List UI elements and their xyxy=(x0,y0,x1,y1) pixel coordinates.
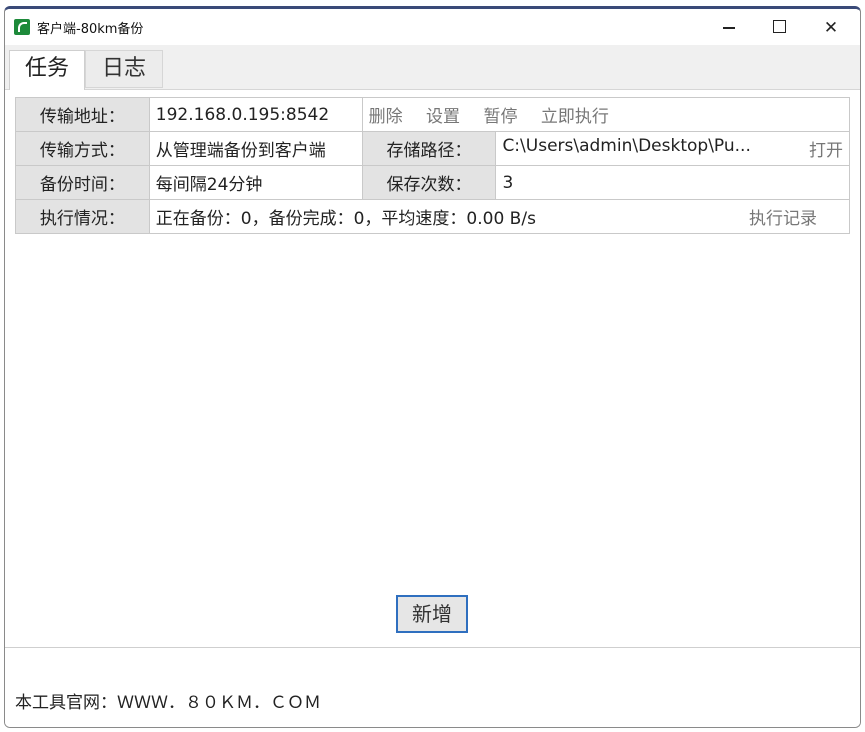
minimize-icon xyxy=(723,27,735,29)
address-label: 传输地址： xyxy=(15,97,150,132)
status-label: 执行情况： xyxy=(15,199,150,234)
open-path-button[interactable]: 打开 xyxy=(809,136,843,161)
tab-strip: 任务 日志 xyxy=(5,45,860,90)
window-title: 客户端-80km备份 xyxy=(37,22,144,37)
footer: 本工具官网：ＷＷＷ．８０ＫＭ．ＣＯＭ xyxy=(5,647,860,727)
settings-button[interactable]: 设置 xyxy=(426,107,460,127)
tab-log[interactable]: 日志 xyxy=(85,50,163,88)
maximize-button[interactable] xyxy=(756,15,802,41)
close-icon: ✕ xyxy=(823,18,839,38)
app-window: 客户端-80km备份 ✕ 任务 日志 传输地址： 192.168.0.195:8… xyxy=(4,6,861,728)
task-actions: 删除 设置 暂停 立即执行 xyxy=(361,97,851,132)
app-logo-icon xyxy=(14,19,30,35)
table-row: 执行情况： 正在备份：0，备份完成：0，平均速度：0.00 B/s 执行记录 xyxy=(15,199,851,234)
status-value: 正在备份：0，备份完成：0，平均速度：0.00 B/s xyxy=(155,209,536,229)
path-cell: C:\Users\admin\Desktop\Pu... 打开 xyxy=(495,131,850,166)
maximize-icon xyxy=(772,20,786,33)
title-bar[interactable]: 客户端-80km备份 ✕ xyxy=(5,9,860,45)
footer-website-text: 本工具官网：ＷＷＷ．８０ＫＭ．ＣＯＭ xyxy=(15,693,321,713)
table-row: 传输方式： 从管理端备份到客户端 存储路径： C:\Users\admin\De… xyxy=(15,131,850,166)
table-row: 传输地址： 192.168.0.195:8542 删除 设置 暂停 立即执行 xyxy=(15,97,851,132)
path-value: C:\Users\admin\Desktop\Pu... xyxy=(502,136,751,156)
time-value: 每间隔24分钟 xyxy=(148,165,363,200)
tab-tasks[interactable]: 任务 xyxy=(9,50,85,90)
status-cell: 正在备份：0，备份完成：0，平均速度：0.00 B/s 执行记录 xyxy=(148,199,851,234)
count-label: 保存次数： xyxy=(361,165,497,200)
count-value: 3 xyxy=(495,165,850,200)
delete-button[interactable]: 删除 xyxy=(369,107,403,127)
path-label: 存储路径： xyxy=(361,131,497,166)
task-table: 传输地址： 192.168.0.195:8542 删除 设置 暂停 立即执行 传… xyxy=(15,97,851,234)
address-value: 192.168.0.195:8542 xyxy=(148,97,363,132)
run-now-button[interactable]: 立即执行 xyxy=(541,107,609,127)
add-button[interactable]: 新增 xyxy=(396,595,468,633)
table-row: 备份时间： 每间隔24分钟 保存次数： 3 xyxy=(15,165,850,200)
minimize-button[interactable] xyxy=(706,15,752,41)
mode-label: 传输方式： xyxy=(15,131,150,166)
mode-value: 从管理端备份到客户端 xyxy=(148,131,363,166)
close-button[interactable]: ✕ xyxy=(808,15,854,41)
history-button[interactable]: 执行记录 xyxy=(749,204,817,229)
pause-button[interactable]: 暂停 xyxy=(483,107,517,127)
tasks-panel: 传输地址： 192.168.0.195:8542 删除 设置 暂停 立即执行 传… xyxy=(5,89,860,648)
time-label: 备份时间： xyxy=(15,165,150,200)
